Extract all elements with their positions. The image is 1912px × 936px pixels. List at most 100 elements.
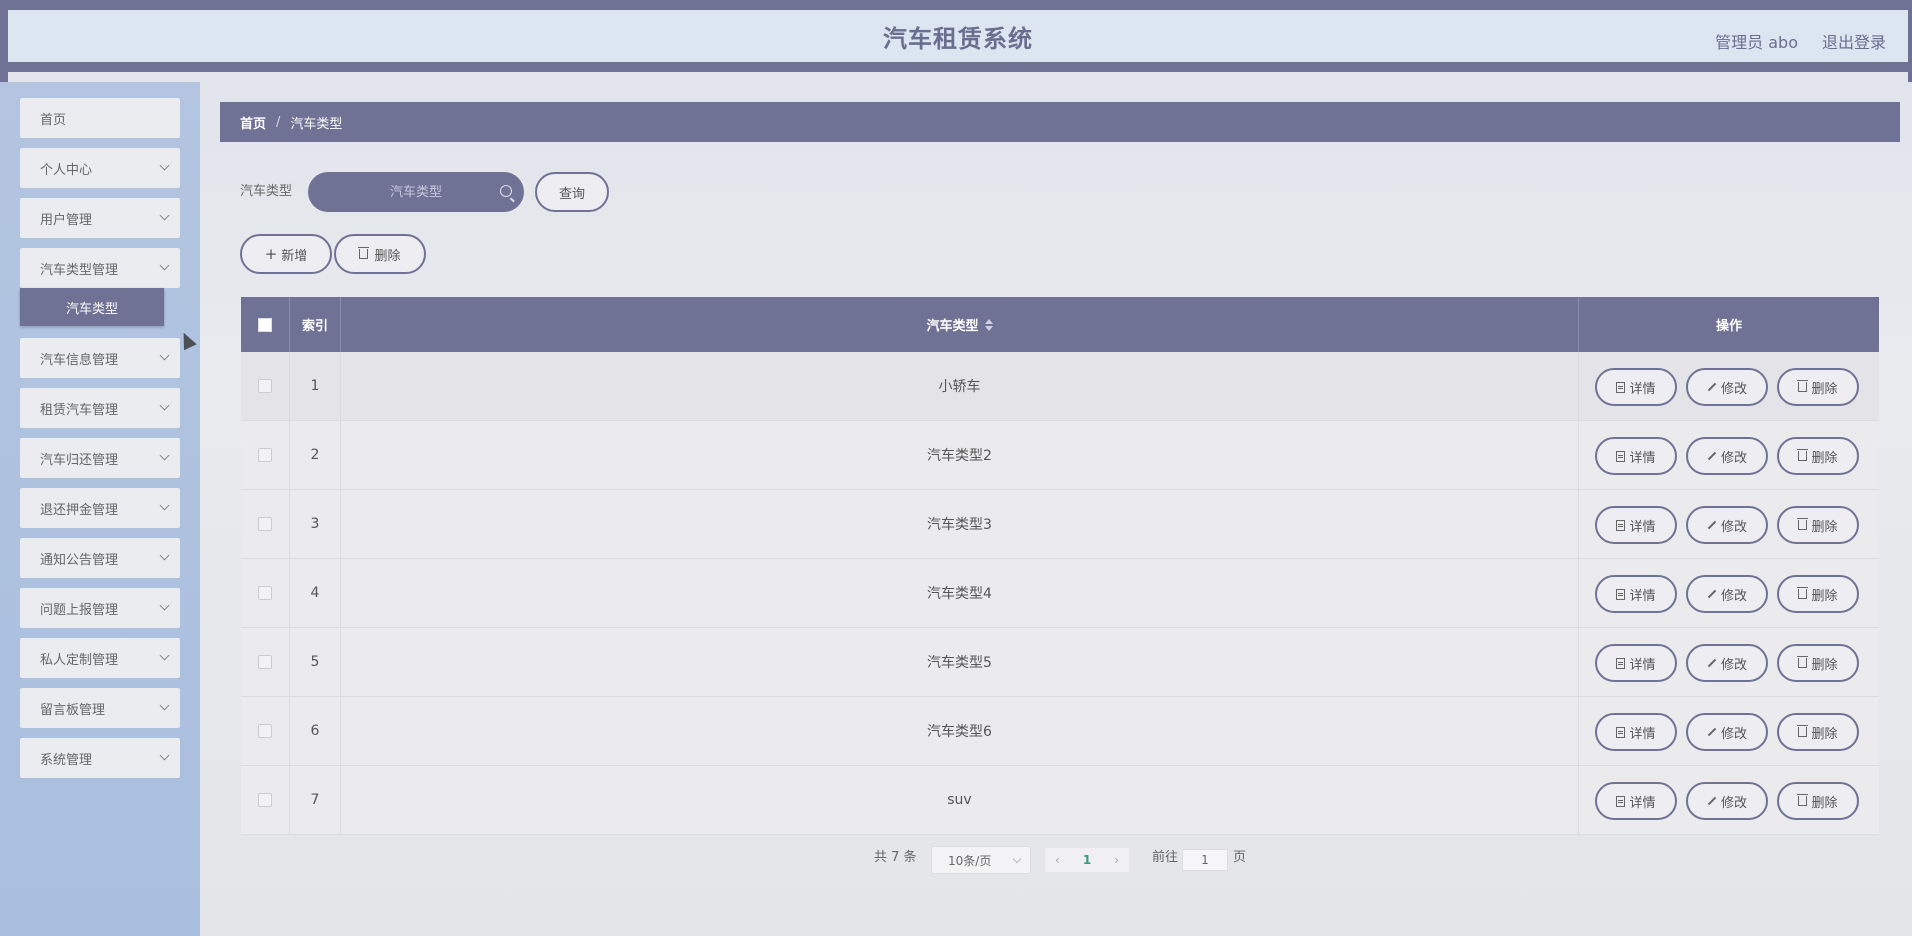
prev-page-icon[interactable]: ‹ [1055, 853, 1060, 867]
sidebar-item-label: 个人中心 [40, 162, 93, 178]
row-checkbox[interactable] [258, 724, 272, 738]
sidebar-item-12[interactable]: 系统管理 [20, 738, 180, 778]
query-button[interactable]: 查询 [535, 172, 609, 212]
sidebar-item-9[interactable]: 问题上报管理 [20, 588, 180, 628]
page-size-select[interactable]: 10条/页 [931, 846, 1031, 874]
row-ops-cell: 详情 修改 删除 [1579, 559, 1879, 627]
edit-button[interactable]: 修改 [1686, 506, 1768, 544]
row-select-cell[interactable] [241, 421, 290, 489]
delete-button[interactable]: 删除 [1777, 713, 1859, 751]
row-select-cell[interactable] [241, 490, 290, 558]
sidebar-item-2[interactable]: 用户管理 [20, 198, 180, 238]
header-user-area: 管理员 abo 退出登录 [1715, 10, 1886, 72]
header-car-type[interactable]: 汽车类型 [341, 297, 1579, 352]
row-checkbox[interactable] [258, 655, 272, 669]
edit-button[interactable]: 修改 [1686, 644, 1768, 682]
goto-page-input[interactable]: 1 [1182, 849, 1228, 871]
add-button[interactable]: + 新增 [240, 234, 332, 274]
sidebar-item-label: 用户管理 [40, 212, 93, 228]
edit-button[interactable]: 修改 [1686, 575, 1768, 613]
row-type-cell: suv [341, 766, 1579, 834]
delete-button[interactable]: 删除 [1777, 575, 1859, 613]
table-row: 2 汽车类型2 详情 修改 删除 [241, 421, 1879, 490]
sidebar-item-0[interactable]: 首页 [20, 98, 180, 138]
sort-icon[interactable] [984, 318, 993, 331]
row-select-cell[interactable] [241, 697, 290, 765]
header-index: 索引 [290, 297, 341, 352]
edit-icon [1707, 589, 1717, 599]
delete-button[interactable]: 删除 [1777, 506, 1859, 544]
detail-button[interactable]: 详情 [1595, 437, 1677, 475]
sidebar-item-label: 租赁汽车管理 [40, 402, 119, 418]
table-row: 1 小轿车 详情 修改 删除 [241, 352, 1879, 421]
edit-icon [1707, 727, 1717, 737]
sidebar-item-10[interactable]: 私人定制管理 [20, 638, 180, 678]
row-select-cell[interactable] [241, 559, 290, 627]
delete-button[interactable]: 删除 [1777, 644, 1859, 682]
detail-button[interactable]: 详情 [1595, 644, 1677, 682]
logout-link[interactable]: 退出登录 [1822, 29, 1886, 53]
detail-button[interactable]: 详情 [1595, 575, 1677, 613]
row-checkbox[interactable] [258, 793, 272, 807]
row-index-cell: 7 [290, 766, 341, 834]
edit-button[interactable]: 修改 [1686, 368, 1768, 406]
query-button-label: 查询 [558, 186, 585, 202]
breadcrumb-home[interactable]: 首页 [240, 113, 266, 132]
sidebar-item-label: 系统管理 [40, 752, 93, 768]
row-ops-cell: 详情 修改 删除 [1579, 628, 1879, 696]
edit-button[interactable]: 修改 [1686, 782, 1768, 820]
delete-button-label: 删除 [1811, 519, 1838, 535]
plus-icon: + [264, 244, 278, 263]
row-select-cell[interactable] [241, 766, 290, 834]
edit-button[interactable]: 修改 [1686, 437, 1768, 475]
sidebar-item-3[interactable]: 汽车类型管理 [20, 248, 180, 288]
breadcrumb-separator: / [276, 114, 281, 130]
detail-button-label: 详情 [1629, 381, 1656, 397]
next-page-icon[interactable]: › [1114, 853, 1119, 867]
delete-button[interactable]: 删除 [1777, 782, 1859, 820]
row-checkbox[interactable] [258, 517, 272, 531]
current-page-number[interactable]: 1 [1083, 853, 1091, 867]
detail-button[interactable]: 详情 [1595, 506, 1677, 544]
document-icon [1616, 726, 1626, 738]
edit-button-label: 修改 [1720, 795, 1747, 811]
row-select-cell[interactable] [241, 352, 290, 420]
submenu-item-car-type[interactable]: 汽车类型 [20, 288, 164, 326]
edit-button[interactable]: 修改 [1686, 713, 1768, 751]
sidebar-item-5[interactable]: 租赁汽车管理 [20, 388, 180, 428]
chevron-down-icon [159, 500, 170, 511]
chevron-down-icon [1012, 854, 1022, 864]
row-ops-cell: 详情 修改 删除 [1579, 697, 1879, 765]
sidebar-item-label: 问题上报管理 [40, 602, 119, 618]
sidebar-item-6[interactable]: 汽车归还管理 [20, 438, 180, 478]
row-checkbox[interactable] [258, 586, 272, 600]
row-select-cell[interactable] [241, 628, 290, 696]
page-size-value: 10条/页 [948, 853, 992, 868]
delete-button[interactable]: 删除 [1777, 437, 1859, 475]
sidebar-item-1[interactable]: 个人中心 [20, 148, 180, 188]
search-input[interactable] [336, 184, 496, 200]
breadcrumb: 首页 / 汽车类型 [220, 102, 1900, 142]
select-all-checkbox[interactable] [258, 317, 272, 332]
sidebar-item-11[interactable]: 留言板管理 [20, 688, 180, 728]
row-checkbox[interactable] [258, 379, 272, 393]
header-right-border [1908, 0, 1912, 82]
row-index: 4 [310, 585, 320, 601]
row-type-cell: 汽车类型5 [341, 628, 1579, 696]
document-icon [1616, 588, 1626, 600]
sidebar-item-8[interactable]: 通知公告管理 [20, 538, 180, 578]
detail-button[interactable]: 详情 [1595, 713, 1677, 751]
header-select-all[interactable] [241, 297, 290, 352]
delete-button[interactable]: 删除 [1777, 368, 1859, 406]
edit-icon [1707, 520, 1717, 530]
table-header: 索引 汽车类型 操作 [241, 297, 1879, 352]
sidebar-item-4[interactable]: 汽车信息管理 [20, 338, 180, 378]
row-car-type: 小轿车 [938, 379, 981, 395]
row-checkbox[interactable] [258, 448, 272, 462]
bulk-delete-button[interactable]: 删除 [334, 234, 426, 274]
detail-button[interactable]: 详情 [1595, 368, 1677, 406]
sidebar-item-7[interactable]: 退还押金管理 [20, 488, 180, 528]
header-left-border [0, 0, 8, 82]
search-label: 汽车类型 [240, 184, 293, 199]
detail-button[interactable]: 详情 [1595, 782, 1677, 820]
